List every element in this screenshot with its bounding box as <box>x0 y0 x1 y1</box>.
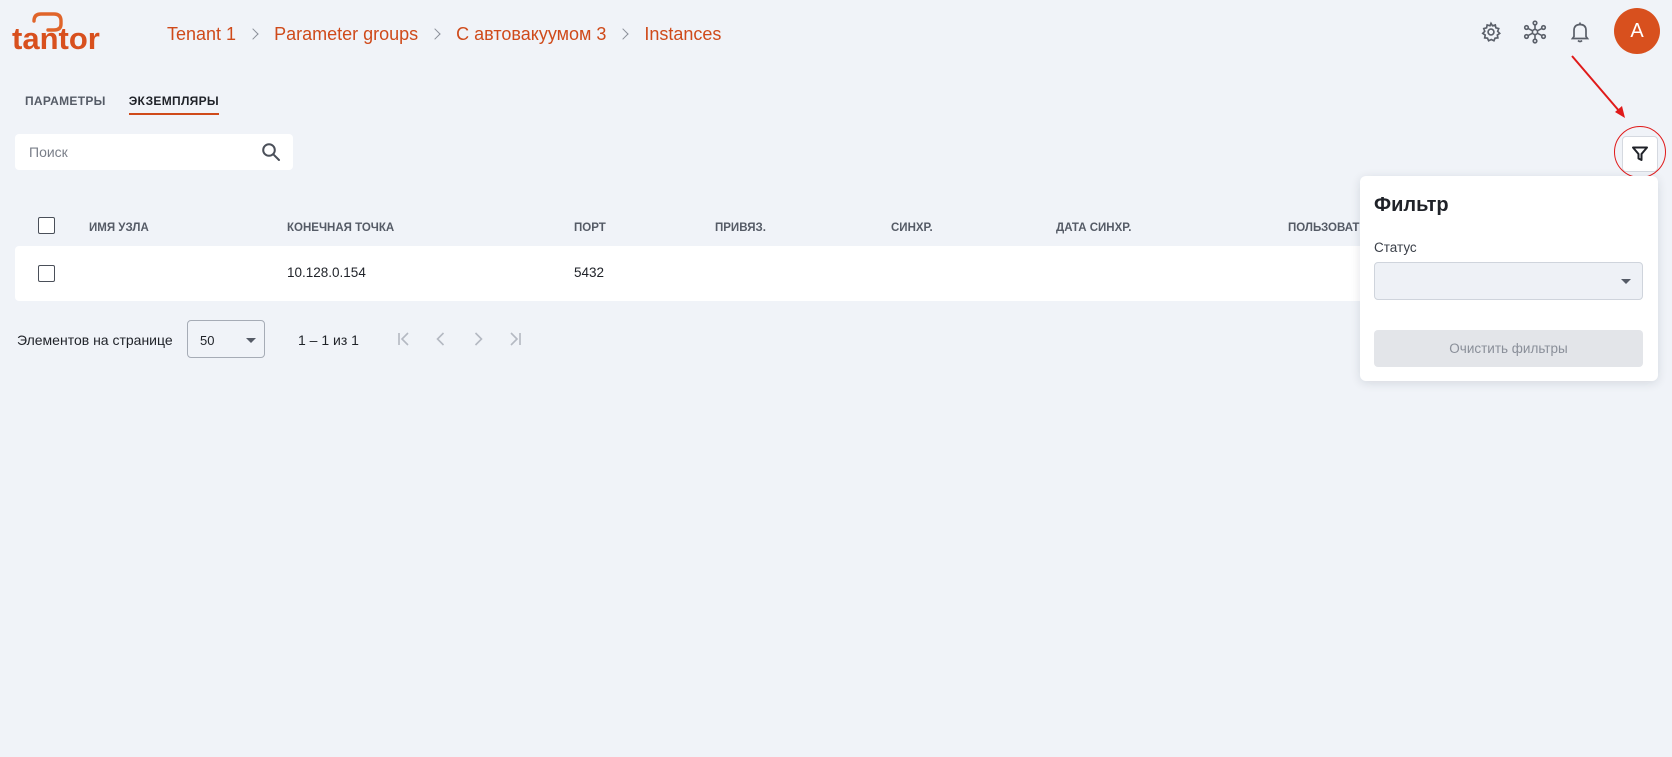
first-page-icon[interactable] <box>395 330 413 348</box>
column-header-sync-date[interactable]: ДАТА СИНХР. <box>1056 222 1131 234</box>
table-header: ИМЯ УЗЛА КОНЕЧНАЯ ТОЧКА ПОРТ ПРИВЯЗ. СИН… <box>15 210 1465 246</box>
breadcrumb: Tenant 1 Parameter groups С автовакуумом… <box>167 22 721 46</box>
avatar-letter: A <box>1630 19 1644 42</box>
page-size-label: Элементов на странице <box>17 332 173 348</box>
bell-icon[interactable] <box>1568 20 1592 44</box>
column-header-user[interactable]: ПОЛЬЗОВАТЕ <box>1288 222 1367 234</box>
search-icon[interactable] <box>261 142 281 162</box>
filter-icon <box>1632 146 1648 161</box>
column-header-port[interactable]: ПОРТ <box>574 222 606 234</box>
search-box <box>15 134 293 170</box>
select-all-checkbox[interactable] <box>38 217 55 234</box>
chevron-right-icon <box>429 28 441 40</box>
tab-parameters[interactable]: ПАРАМЕТРЫ <box>25 94 106 115</box>
breadcrumb-instances[interactable]: Instances <box>644 24 721 45</box>
app-header: tantor Tenant 1 Parameter groups С автов… <box>0 0 1672 70</box>
search-input[interactable] <box>29 144 249 160</box>
chevron-right-icon <box>617 28 630 40</box>
filter-panel-title: Фильтр <box>1374 194 1449 216</box>
gear-icon[interactable] <box>1479 20 1503 44</box>
next-page-icon[interactable] <box>469 330 487 348</box>
last-page-icon[interactable] <box>506 330 524 348</box>
logo-text: tantor <box>12 21 100 54</box>
status-label: Статус <box>1374 240 1417 255</box>
column-header-bound[interactable]: ПРИВЯЗ. <box>715 222 766 234</box>
page-range: 1 – 1 из 1 <box>298 332 359 348</box>
cell-endpoint: 10.128.0.154 <box>287 265 366 280</box>
column-header-endpoint[interactable]: КОНЕЧНАЯ ТОЧКА <box>287 222 394 234</box>
caret-down-icon <box>1621 279 1631 284</box>
status-select[interactable] <box>1374 262 1643 300</box>
page-size-select[interactable]: 50 <box>187 320 265 358</box>
avatar[interactable]: A <box>1614 8 1660 54</box>
caret-down-icon <box>246 338 256 343</box>
page-size-value: 50 <box>200 333 215 348</box>
tab-instances[interactable]: ЭКЗЕМПЛЯРЫ <box>128 94 219 115</box>
filter-panel: Фильтр Статус Очистить фильтры <box>1360 176 1658 381</box>
tantor-logo[interactable]: tantor <box>12 12 112 54</box>
column-header-node-name[interactable]: ИМЯ УЗЛА <box>89 222 149 234</box>
column-header-sync[interactable]: СИНХР. <box>891 222 933 234</box>
row-checkbox[interactable] <box>38 265 55 282</box>
prev-page-icon[interactable] <box>432 330 450 348</box>
chevron-right-icon <box>247 28 259 40</box>
filter-button[interactable] <box>1622 136 1658 172</box>
cell-port: 5432 <box>574 265 605 280</box>
breadcrumb-tenant[interactable]: Tenant 1 <box>167 24 236 45</box>
breadcrumb-group[interactable]: С автовакуумом 3 <box>456 24 606 45</box>
breadcrumb-parameter-groups[interactable]: Parameter groups <box>274 24 418 45</box>
tab-bar: ПАРАМЕТРЫ ЭКЗЕМПЛЯРЫ <box>25 94 242 115</box>
table-row[interactable]: 10.128.0.154 5432 <box>15 246 1465 301</box>
cluster-icon[interactable] <box>1523 20 1547 44</box>
clear-filters-button[interactable]: Очистить фильтры <box>1374 330 1643 367</box>
